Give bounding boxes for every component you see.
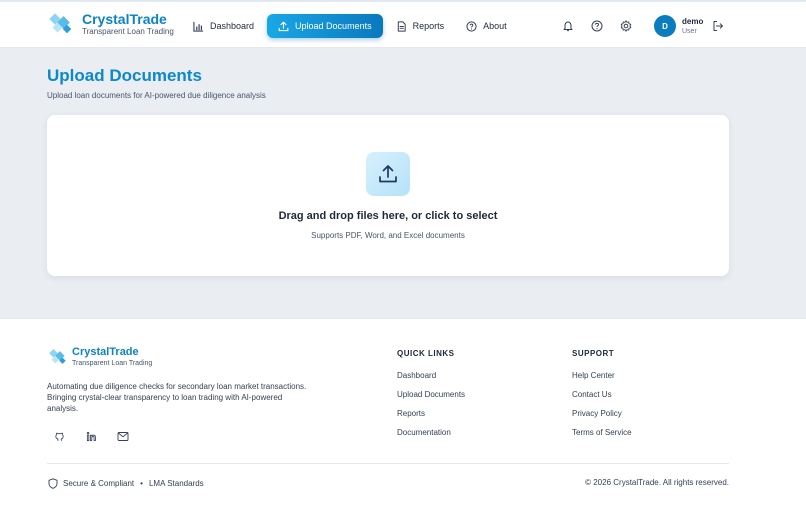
site-footer: CrystalTrade Transparent Loan Trading Au…	[0, 318, 806, 509]
footer-link-privacy-policy[interactable]: Privacy Policy	[572, 409, 632, 418]
footer-link-reports[interactable]: Reports	[397, 409, 465, 418]
badge-separator: •	[140, 479, 143, 488]
nav-dashboard-label: Dashboard	[210, 21, 255, 31]
upload-cloud-icon	[366, 152, 410, 196]
brand-title: CrystalTrade	[82, 11, 167, 27]
footer-link-upload-documents[interactable]: Upload Documents	[397, 390, 465, 399]
secure-compliant-label: Secure & Compliant	[63, 479, 135, 488]
mail-icon[interactable]	[112, 425, 134, 447]
page-subtitle: Upload loan documents for AI-powered due…	[47, 91, 266, 100]
brand-tagline: Transparent Loan Trading	[82, 27, 174, 36]
file-dropzone[interactable]: Drag and drop files here, or click to se…	[47, 115, 729, 276]
bell-icon[interactable]	[560, 18, 576, 34]
gear-icon[interactable]	[618, 18, 634, 34]
nav-about[interactable]: About	[457, 14, 516, 38]
nav-upload-label: Upload Documents	[295, 21, 372, 31]
crystal-logo-icon	[48, 348, 68, 366]
copyright: © 2026 CrystalTrade. All rights reserved…	[585, 478, 729, 487]
footer-divider	[47, 463, 729, 464]
top-header: CrystalTrade Transparent Loan Trading Da…	[0, 0, 806, 48]
nav-reports[interactable]: Reports	[387, 14, 454, 38]
shield-icon	[48, 478, 58, 489]
dropzone-subtitle: Supports PDF, Word, and Excel documents	[311, 231, 465, 240]
brand-logo[interactable]: CrystalTrade Transparent Loan Trading	[48, 12, 174, 36]
compliance-badges: Secure & Compliant • LMA Standards	[48, 478, 204, 489]
logout-icon[interactable]	[712, 19, 724, 37]
lma-standards-label: LMA Standards	[148, 479, 204, 488]
support-heading: SUPPORT	[572, 349, 615, 358]
avatar: D	[654, 15, 676, 37]
github-icon[interactable]	[48, 425, 70, 447]
footer-brand[interactable]: CrystalTrade Transparent Loan Trading	[48, 347, 152, 367]
help-circle-icon	[466, 20, 477, 32]
header-actions	[560, 18, 647, 34]
quick-links-column: QUICK LINKS Dashboard Upload Documents R…	[397, 349, 465, 437]
user-role: User	[682, 27, 697, 35]
social-links	[48, 425, 144, 447]
footer-brand-tagline: Transparent Loan Trading	[72, 360, 153, 367]
dropzone-title: Drag and drop files here, or click to se…	[278, 210, 498, 222]
nav-upload-documents[interactable]: Upload Documents	[267, 14, 383, 38]
footer-link-terms-of-service[interactable]: Terms of Service	[572, 428, 632, 437]
nav-about-label: About	[483, 21, 507, 31]
crystal-logo-icon	[48, 12, 74, 36]
footer-link-documentation[interactable]: Documentation	[397, 428, 465, 437]
footer-link-help-center[interactable]: Help Center	[572, 371, 632, 380]
file-text-icon	[397, 20, 406, 32]
support-column: SUPPORT Help Center Contact Us Privacy P…	[572, 349, 632, 437]
footer-link-dashboard[interactable]: Dashboard	[397, 371, 465, 380]
nav-dashboard[interactable]: Dashboard	[184, 14, 263, 38]
nav-reports-label: Reports	[412, 21, 445, 31]
quick-links-heading: QUICK LINKS	[397, 349, 455, 358]
help-icon[interactable]	[589, 18, 605, 34]
main-nav: Dashboard Upload Documents Reports About	[184, 14, 520, 38]
user-menu[interactable]: D demo User	[654, 15, 703, 37]
user-name: demo	[682, 16, 704, 26]
footer-description: Automating due diligence checks for seco…	[47, 382, 307, 413]
footer-brand-title: CrystalTrade	[72, 346, 139, 358]
bar-chart-icon	[193, 21, 204, 32]
page-title: Upload Documents	[47, 66, 202, 85]
upload-icon	[278, 21, 289, 31]
footer-link-contact-us[interactable]: Contact Us	[572, 390, 632, 399]
linkedin-icon[interactable]	[80, 425, 102, 447]
